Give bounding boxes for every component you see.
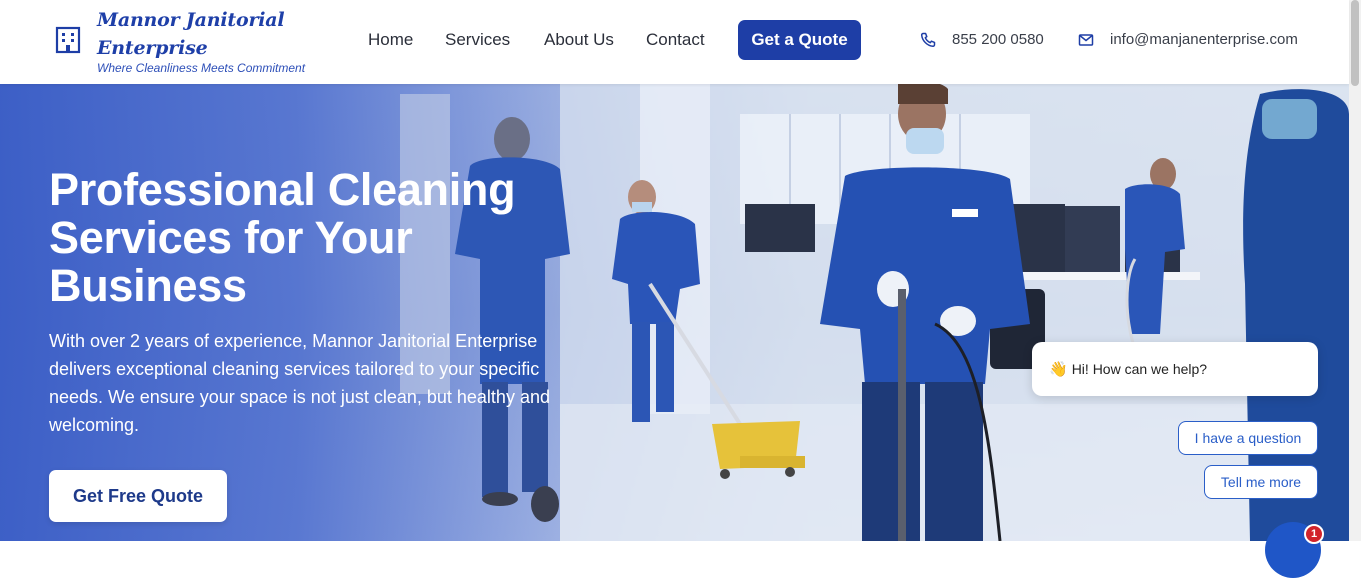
nav-contact[interactable]: Contact bbox=[646, 30, 705, 52]
nav-about-us[interactable]: About Us bbox=[544, 30, 614, 52]
chat-notification-badge: 1 bbox=[1304, 524, 1324, 544]
chat-greeting-text: Hi! How can we help? bbox=[1071, 361, 1208, 377]
get-free-quote-button[interactable]: Get Free Quote bbox=[49, 470, 227, 522]
chat-option-question[interactable]: I have a question bbox=[1178, 421, 1318, 455]
hero-section: Professional Cleaning Services for Your … bbox=[0, 84, 1349, 541]
brand-name[interactable]: Mannor Janitorial Enterprise bbox=[97, 6, 327, 62]
get-a-quote-button[interactable]: Get a Quote bbox=[738, 20, 861, 60]
scrollbar-thumb[interactable] bbox=[1351, 0, 1359, 86]
site-header: Mannor Janitorial Enterprise Where Clean… bbox=[0, 0, 1349, 84]
hero-description: With over 2 years of experience, Mannor … bbox=[49, 331, 550, 435]
nav-home[interactable]: Home bbox=[368, 30, 413, 52]
page-scrollbar[interactable] bbox=[1349, 0, 1361, 541]
hero-title: Professional Cleaning Services for Your … bbox=[49, 164, 516, 311]
mail-icon bbox=[1078, 34, 1094, 46]
building-icon[interactable] bbox=[54, 26, 82, 54]
email-address[interactable]: info@manjanenterprise.com bbox=[1110, 31, 1298, 48]
phone-icon bbox=[920, 32, 936, 48]
phone-number[interactable]: 855 200 0580 bbox=[952, 31, 1044, 48]
chat-greeting-bubble[interactable]: 👋 Hi! How can we help? bbox=[1032, 342, 1318, 396]
brand-tagline: Where Cleanliness Meets Commitment bbox=[97, 61, 306, 75]
nav-services[interactable]: Services bbox=[445, 30, 510, 52]
waving-hand-icon: 👋 bbox=[1049, 361, 1068, 378]
chat-option-tell-more[interactable]: Tell me more bbox=[1204, 465, 1318, 499]
